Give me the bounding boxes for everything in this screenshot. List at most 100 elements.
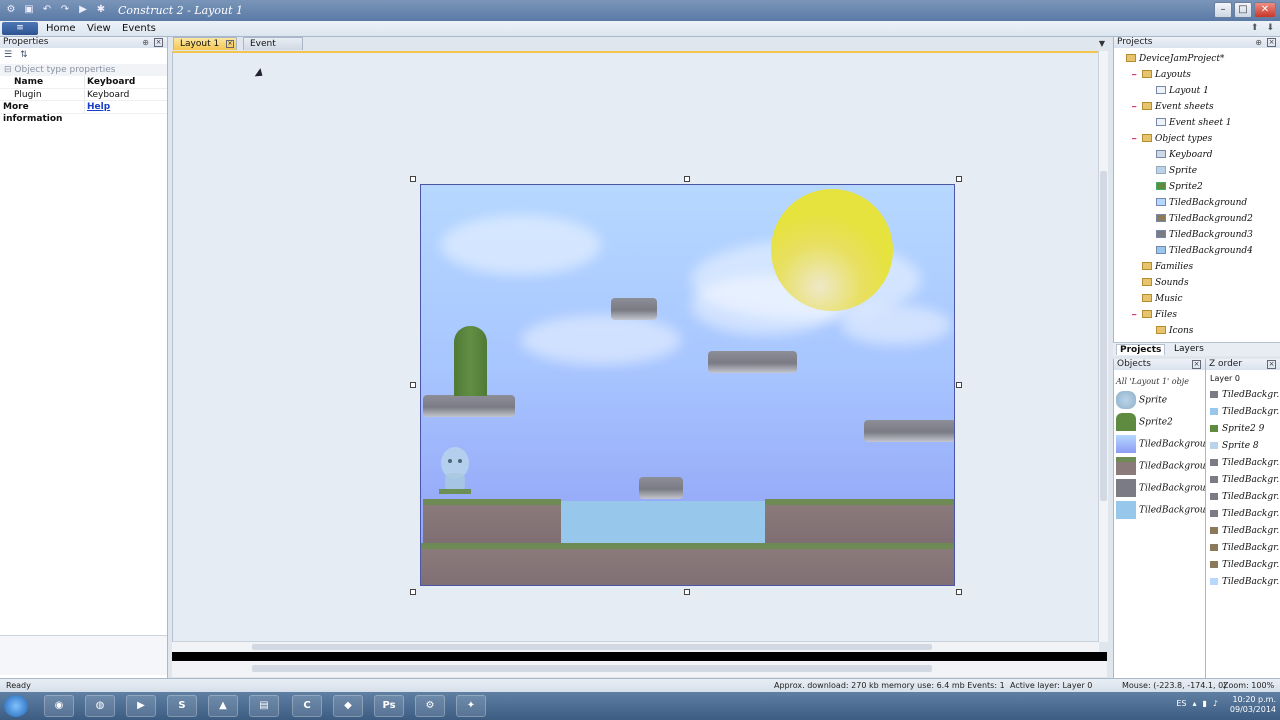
close-icon[interactable]: × [1267,38,1276,47]
stone-platform[interactable] [423,395,515,417]
pin-icon[interactable]: ⊕ [1255,37,1262,48]
stone-platform[interactable] [708,351,797,373]
tree-item-icons[interactable]: Icons [1156,326,1193,336]
app-icon[interactable]: ⚙ [4,3,18,17]
property-row-plugin[interactable]: Plugin Keyboard [0,88,167,101]
volume-icon[interactable]: ♪ [1213,699,1218,708]
vlc-icon[interactable]: ▲ [208,695,238,717]
debug-icon[interactable]: ✱ [94,3,108,17]
tree-item-music[interactable]: Music [1142,294,1183,304]
cactus-sprite[interactable] [454,326,487,396]
tab-event-sheet-1[interactable]: Event sheet 1 [243,37,303,61]
resize-handle[interactable] [684,176,690,182]
collapse-icon[interactable]: ━ [1132,311,1136,319]
grass-ground[interactable] [765,499,954,543]
explorer-icon[interactable]: ▤ [249,695,279,717]
chrome-icon[interactable]: ◉ [44,695,74,717]
tree-item-families[interactable]: Families [1142,262,1193,272]
start-button[interactable] [4,695,28,717]
zorder-item[interactable]: Sprite2 9 [1210,424,1264,434]
resize-handle[interactable] [956,176,962,182]
help-icon[interactable]: ⬆ [1251,23,1259,33]
tab-list-chevron-icon[interactable]: ▼ [1099,39,1105,48]
help-link[interactable]: Help [85,101,110,113]
tree-item-files[interactable]: Files [1142,310,1177,320]
object-tiledbackground4[interactable]: TiledBackground [1116,501,1217,519]
object-sprite2[interactable]: Sprite2 [1116,413,1173,431]
sort-az-icon[interactable]: ⇅ [20,50,28,62]
zorder-item[interactable]: TiledBackgr... [1210,458,1280,468]
zorder-layer[interactable]: Layer 0 [1210,374,1240,383]
save-icon[interactable]: ▣ [22,3,36,17]
tree-item-object-types[interactable]: Object types [1142,134,1212,144]
clock[interactable]: 10:20 p.m. 09/03/2014 [1230,695,1276,715]
properties-category[interactable]: ⊟ Object type properties [0,64,167,76]
zorder-item[interactable]: TiledBackgr... [1210,509,1280,519]
menu-view[interactable]: View [87,23,111,34]
zorder-item[interactable]: TiledBackgr... [1210,526,1280,536]
zorder-item[interactable]: TiledBackgr... [1210,492,1280,502]
media-player-icon[interactable]: ▶ [126,695,156,717]
redo-icon[interactable]: ↷ [58,3,72,17]
inkscape-icon[interactable]: ◆ [333,695,363,717]
stone-platform[interactable] [864,420,954,442]
sun[interactable] [771,189,893,311]
tree-item-layout-1[interactable]: Layout 1 [1156,86,1209,96]
menu-home[interactable]: Home [46,23,76,34]
collapse-icon[interactable]: ━ [1132,71,1136,79]
tools-icon[interactable]: ✦ [456,695,486,717]
construct-icon[interactable]: C [292,695,322,717]
app-menu-button[interactable]: ≡ [2,22,38,35]
grass-ground[interactable] [423,499,561,543]
tray-expand-icon[interactable]: ▴ [1192,699,1196,708]
tree-root[interactable]: DeviceJamProject* [1126,54,1224,64]
property-value[interactable]: Keyboard [85,76,135,88]
resize-handle[interactable] [956,589,962,595]
game-layout-scene[interactable] [420,184,955,586]
tree-item-layouts[interactable]: Layouts [1142,70,1191,80]
tab-layout-1[interactable]: Layout 1 × [173,37,237,50]
tree-item-tiledbackground4[interactable]: TiledBackground4 [1156,246,1253,256]
stone-platform[interactable] [639,477,683,499]
tab-layers[interactable]: Layers [1171,344,1207,354]
firefox-icon[interactable]: ◍ [85,695,115,717]
tab-projects[interactable]: Projects [1116,344,1166,355]
maximize-button[interactable]: □ [1234,2,1252,18]
close-icon[interactable]: × [1192,360,1201,369]
scrollbar-thumb[interactable] [1100,171,1107,501]
skype-icon[interactable]: S [167,695,197,717]
close-icon[interactable]: × [1267,360,1276,369]
object-sprite[interactable]: Sprite [1116,391,1167,409]
zorder-item[interactable]: TiledBackgr... [1210,560,1280,570]
vertical-scrollbar[interactable] [1098,51,1108,642]
language-indicator[interactable]: ES [1176,699,1186,708]
close-icon[interactable]: × [154,38,163,47]
tree-item-tiledbackground[interactable]: TiledBackground [1156,198,1247,208]
zorder-item[interactable]: Sprite 8 [1210,441,1259,451]
object-tiledbackground3[interactable]: TiledBackground [1116,479,1217,497]
tree-item-tiledbackground3[interactable]: TiledBackground3 [1156,230,1253,240]
water[interactable] [561,501,765,545]
tab-close-icon[interactable]: × [226,40,234,48]
pin-icon[interactable]: ⊕ [142,37,149,48]
grass-ground[interactable] [421,543,954,585]
resize-handle[interactable] [410,382,416,388]
scrollbar-thumb[interactable] [252,665,932,672]
zorder-item[interactable]: TiledBackgr... [1210,407,1280,417]
zorder-item[interactable]: TiledBackgr... [1210,543,1280,553]
photoshop-icon[interactable]: Ps [374,695,404,717]
player-ghost-sprite[interactable] [435,443,475,501]
run-icon[interactable]: ▶ [76,3,90,17]
undo-icon[interactable]: ↶ [40,3,54,17]
property-row-more-info[interactable]: More information Help [0,101,167,124]
tree-item-sprite2[interactable]: Sprite2 [1156,182,1203,192]
network-icon[interactable]: ▮ [1202,699,1206,708]
stone-platform[interactable] [611,298,657,320]
categorized-icon[interactable]: ☰ [4,50,12,62]
objects-filter[interactable]: All 'Layout 1' obje [1116,377,1189,386]
minimize-button[interactable]: – [1214,2,1232,18]
zorder-item[interactable]: TiledBackgr... [1210,390,1280,400]
settings-icon[interactable]: ⚙ [415,695,445,717]
scrollbar-thumb[interactable] [252,644,932,650]
resize-handle[interactable] [410,176,416,182]
